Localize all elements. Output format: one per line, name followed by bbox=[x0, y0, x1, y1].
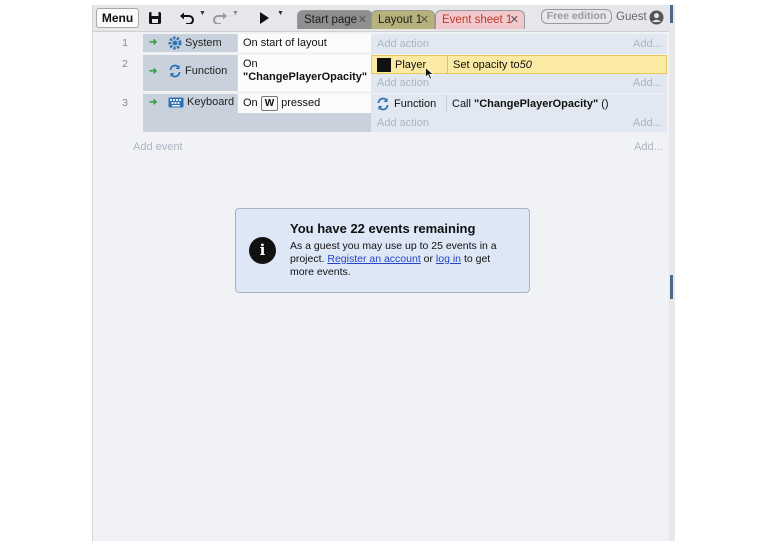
action-object-label: Player bbox=[395, 58, 427, 71]
add-action-link[interactable]: Add action bbox=[377, 77, 429, 89]
keyboard-icon bbox=[168, 97, 184, 107]
redo-dropdown-chevron-icon[interactable]: ▼ bbox=[232, 10, 239, 17]
event-arrow-icon: ➜ bbox=[149, 37, 158, 48]
condition-object-system[interactable]: System bbox=[168, 36, 222, 50]
action-divider bbox=[446, 95, 447, 112]
add-more-link[interactable]: Add... bbox=[633, 77, 662, 89]
tab-label: Event sheet 1 bbox=[442, 14, 513, 26]
events-remaining-notice: i You have 22 events remaining As a gues… bbox=[235, 208, 530, 293]
player-sprite-icon bbox=[377, 57, 391, 72]
add-more-link[interactable]: Add... bbox=[633, 117, 662, 129]
opacity-value: 50 bbox=[519, 58, 532, 71]
notice-text: or bbox=[420, 253, 436, 265]
right-panel-edge bbox=[669, 5, 675, 541]
condition-object-keyboard[interactable]: Keyboard bbox=[168, 96, 234, 108]
condition-object-label: Keyboard bbox=[187, 96, 235, 108]
event-number: 2 bbox=[122, 58, 128, 70]
function-cycle-icon bbox=[377, 97, 389, 110]
tab-label: Start page bbox=[304, 14, 358, 26]
guest-label[interactable]: Guest bbox=[616, 11, 647, 23]
action-divider bbox=[447, 56, 448, 73]
event-number: 3 bbox=[122, 97, 128, 109]
register-account-link[interactable]: Register an account bbox=[327, 253, 420, 265]
free-edition-badge[interactable]: Free edition bbox=[541, 9, 612, 24]
close-icon[interactable]: ✕ bbox=[358, 11, 367, 29]
function-cycle-icon bbox=[169, 64, 181, 78]
notice-title: You have 22 events remaining bbox=[290, 221, 476, 236]
event-sheet-editor: Menu ▼ ▼ ▼ Start page ✕ Layout 1 ✕ Event… bbox=[92, 5, 671, 541]
log-in-link[interactable]: log in bbox=[436, 253, 461, 265]
action-set-opacity[interactable]: Player Set opacity to 50 bbox=[371, 55, 667, 74]
tab-label: Layout 1 bbox=[378, 14, 423, 26]
condition-object-label: System bbox=[185, 37, 222, 49]
action-object-label: Function bbox=[394, 97, 437, 110]
play-icon[interactable] bbox=[257, 9, 271, 27]
action-text-suffix: () bbox=[598, 97, 609, 110]
event-arrow-icon: ➜ bbox=[149, 97, 158, 108]
condition-text: pressed bbox=[281, 97, 321, 109]
condition-text-line: On bbox=[243, 58, 258, 70]
add-action-link[interactable]: Add action bbox=[377, 117, 429, 129]
info-icon: i bbox=[249, 237, 276, 264]
redo-icon[interactable] bbox=[211, 9, 229, 27]
event-arrow-icon: ➜ bbox=[149, 66, 158, 77]
add-action-link[interactable]: Add action bbox=[377, 38, 429, 50]
action-text: Call bbox=[452, 97, 475, 110]
condition-object-function[interactable]: Function bbox=[168, 64, 227, 78]
main-toolbar: Menu ▼ ▼ ▼ Start page ✕ Layout 1 ✕ Event… bbox=[93, 5, 670, 32]
condition-object-label: Function bbox=[185, 65, 228, 77]
tab-layout-1[interactable]: Layout 1 ✕ bbox=[371, 10, 435, 29]
condition-on-function[interactable]: On "ChangePlayerOpacity" bbox=[237, 55, 371, 91]
function-name-param: "ChangePlayerOpacity" bbox=[474, 97, 599, 110]
menu-button[interactable]: Menu bbox=[96, 8, 139, 28]
add-more-link[interactable]: Add... bbox=[633, 38, 662, 50]
action-call-function[interactable]: Function Call "ChangePlayerOpacity" () bbox=[371, 94, 667, 113]
undo-icon[interactable] bbox=[178, 9, 196, 27]
event-number: 1 bbox=[122, 37, 128, 49]
condition-text: On bbox=[243, 97, 258, 109]
add-event-more-link[interactable]: Add... bbox=[634, 141, 663, 153]
undo-dropdown-chevron-icon[interactable]: ▼ bbox=[199, 10, 206, 17]
tab-start-page[interactable]: Start page ✕ bbox=[297, 10, 373, 29]
function-name-param: "ChangePlayerOpacity" bbox=[243, 71, 368, 83]
gear-icon bbox=[168, 36, 182, 50]
condition-on-key-pressed[interactable]: On W pressed bbox=[237, 94, 371, 113]
panel-edge-marker bbox=[670, 5, 673, 23]
close-icon[interactable]: ✕ bbox=[420, 11, 429, 29]
play-dropdown-chevron-icon[interactable]: ▼ bbox=[277, 10, 284, 17]
notice-body: As a guest you may use up to 25 events i… bbox=[290, 240, 516, 279]
action-text: Set opacity to bbox=[453, 58, 520, 71]
condition-on-start-of-layout[interactable]: On start of layout bbox=[237, 34, 371, 52]
user-account-icon[interactable] bbox=[649, 10, 664, 28]
add-event-link[interactable]: Add event bbox=[133, 141, 183, 153]
tab-event-sheet-1[interactable]: Event sheet 1 ✕ bbox=[435, 10, 525, 29]
key-w-badge: W bbox=[260, 96, 279, 111]
panel-edge-marker bbox=[670, 275, 673, 299]
close-icon[interactable]: ✕ bbox=[510, 11, 519, 29]
save-icon[interactable] bbox=[147, 9, 163, 27]
